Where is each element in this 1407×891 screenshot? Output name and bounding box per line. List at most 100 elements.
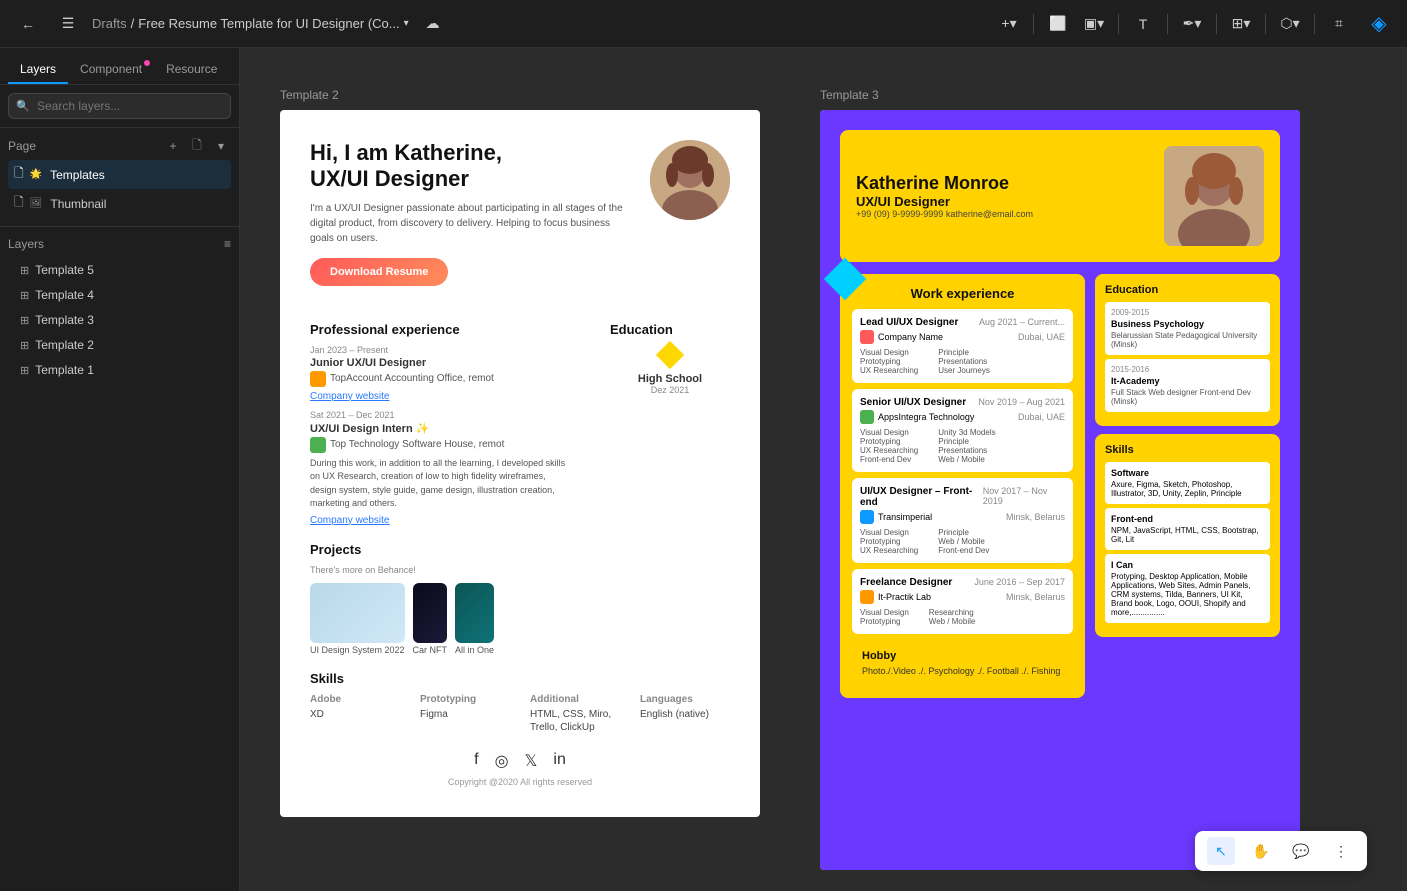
skill-software-items: Axure, Figma, Sketch, Photoshop, Illustr… — [1111, 480, 1264, 498]
add-page-button[interactable]: + — [163, 136, 183, 156]
search-wrap: 🔍 — [8, 93, 231, 119]
work-skill-col-4b: Researching Web / Mobile — [929, 608, 976, 626]
template3-frame[interactable]: Katherine Monroe UX/UI Designer +99 (09)… — [820, 110, 1300, 870]
edu-school-2: Full Stack Web designer Front-end Dev (M… — [1111, 388, 1264, 406]
skills-section: Skills Adobe XD Prototyping Figma — [310, 671, 730, 735]
layer-frame-icon-1: ⊞ — [20, 364, 29, 377]
toolbar-divider-5 — [1265, 14, 1266, 34]
exp-desc-2: During this work, in addition to all the… — [310, 457, 570, 511]
tab-resource[interactable]: Resource — [154, 56, 229, 84]
breadcrumb-drafts[interactable]: Drafts — [92, 16, 127, 31]
work-card-3: UI/UX Designer – Front-end Nov 2017 – No… — [852, 478, 1073, 563]
frame-button[interactable]: ⬜ — [1042, 8, 1074, 40]
cloud-button[interactable]: ☁ — [417, 8, 449, 40]
breadcrumb-filename[interactable]: Free Resume Template for UI Designer (Co… — [138, 16, 399, 31]
breadcrumb-arrow[interactable]: ▾ — [404, 18, 409, 29]
tab-component[interactable]: Component — [68, 56, 154, 84]
text-button[interactable]: T — [1127, 8, 1159, 40]
more-tools-button[interactable]: ⋮ — [1327, 837, 1355, 865]
experience-edu-section: Professional experience Jan 2023 – Prese… — [310, 306, 730, 526]
cursor-tool-button[interactable]: ↖ — [1207, 837, 1235, 865]
page-templates-icon: 🗋 — [14, 164, 24, 185]
layer-item-template1[interactable]: ⊞ Template 1 — [4, 358, 235, 382]
layer-frame-icon-3: ⊞ — [20, 314, 29, 327]
left-panel: Layers Component Resource 🔍 Page + — [0, 48, 240, 891]
exp-period-1: Jan 2023 – Present — [310, 345, 570, 355]
pen-icon: ✒▾ — [1183, 15, 1202, 32]
exp-company-1: TopAccount Accounting Office, remot — [310, 371, 570, 387]
skill-software-title: Software — [1111, 468, 1264, 478]
footer-copyright: Copyright @2020 All rights reserved — [310, 777, 730, 787]
plus-button[interactable]: +▾ — [993, 8, 1025, 40]
layer-label-2: Template 2 — [35, 338, 94, 352]
skill-ican-title: I Can — [1111, 560, 1264, 570]
project-card-2 — [413, 583, 448, 643]
shape-select-button[interactable]: ▣▾ — [1078, 8, 1110, 40]
page-item-templates[interactable]: 🗋 🌟 Templates — [8, 160, 231, 189]
purple-main: Work experience Lead UI/UX Designer Aug … — [840, 274, 1280, 710]
layer-item-template2[interactable]: ⊞ Template 2 — [4, 333, 235, 357]
component-dot — [144, 60, 150, 66]
edu-years-1: 2009-2015 — [1111, 308, 1264, 317]
search-input[interactable] — [8, 93, 231, 119]
projects-subtitle: There's more on Behance! — [310, 565, 730, 575]
work-company-1: Company Name Dubai, UAE — [860, 330, 1065, 344]
footer-social: f ◎ 𝕏 in — [310, 751, 730, 771]
hand-tool-button[interactable]: ✋ — [1247, 837, 1275, 865]
menu-button[interactable]: ☰ — [52, 8, 84, 40]
skills-right-title: Skills — [1105, 444, 1270, 456]
work-role-3: UI/UX Designer – Front-end — [860, 486, 983, 508]
new-page-button[interactable]: 🗋 — [187, 136, 207, 156]
top-toolbar: ← ☰ Drafts / Free Resume Template for UI… — [0, 0, 1407, 48]
project-3: All in One — [455, 583, 494, 655]
tab-layers[interactable]: Layers — [8, 56, 68, 84]
exp-link-1[interactable]: Company website — [310, 391, 570, 402]
prof-exp-title: Professional experience — [310, 322, 570, 337]
layer-item-template4[interactable]: ⊞ Template 4 — [4, 283, 235, 307]
canvas-scroll[interactable]: Template 2 Hi, I am Katherine,UX/UI Desi… — [240, 48, 1407, 891]
figma-button[interactable]: ◈ — [1363, 8, 1395, 40]
crop-icon: ⌗ — [1335, 15, 1343, 32]
layers-label: Layers — [8, 237, 44, 251]
shape-select-icon: ▣▾ — [1084, 15, 1104, 32]
exp-period-2: Sat 2021 – Dec 2021 — [310, 410, 570, 420]
skills-title: Skills — [310, 671, 730, 686]
work-skill-col-1a: Visual Design Prototyping UX Researching — [860, 348, 918, 375]
company-logo-2 — [310, 437, 326, 453]
avatar-placeholder — [650, 140, 730, 220]
work-skills-4: Visual Design Prototyping Researching We… — [860, 608, 1065, 626]
work-period-2: Nov 2019 – Aug 2021 — [978, 397, 1065, 408]
pen-button[interactable]: ✒▾ — [1176, 8, 1208, 40]
back-button[interactable]: ← — [12, 8, 44, 40]
page-item-thumbnail[interactable]: 🗋 🖼 Thumbnail — [8, 189, 231, 218]
work-title: Work experience — [852, 286, 1073, 301]
edu-school-1: Belarussian State Pedagogical University… — [1111, 331, 1264, 349]
layers-options-button[interactable]: ≡ — [224, 237, 231, 251]
expand-pages-button[interactable]: ▾ — [211, 136, 231, 156]
edu-right-card: Education 2009-2015 Business Psychology … — [1095, 274, 1280, 426]
download-button[interactable]: Download Resume — [310, 258, 448, 286]
hobby-text: Photo./.Video ./. Psychology ./. Footbal… — [862, 666, 1063, 676]
work-company-3: Transimperial Minsk, Belarus — [860, 510, 1065, 524]
skill-box-ican: I Can Protyping, Desktop Application, Mo… — [1105, 554, 1270, 623]
template2-frame[interactable]: Hi, I am Katherine,UX/UI Designer I'm a … — [280, 110, 760, 817]
boolean-button[interactable]: ⊞▾ — [1225, 8, 1257, 40]
avatar — [650, 140, 730, 220]
work-skill-col-2b: Unity 3d Models Principle Presentations … — [938, 428, 995, 464]
projects-title: Projects — [310, 542, 730, 557]
work-section: Work experience Lead UI/UX Designer Aug … — [840, 274, 1085, 698]
company-logo-1 — [310, 371, 326, 387]
comment-tool-button[interactable]: 💬 — [1287, 837, 1315, 865]
proto-button[interactable]: ⬡▾ — [1274, 8, 1306, 40]
skill-additional-item-1: HTML, CSS, Miro, — [530, 709, 620, 720]
breadcrumb-sep: / — [131, 16, 135, 31]
project-1: UI Design System 2022 — [310, 583, 405, 655]
purple-right-col: Education 2009-2015 Business Psychology … — [1095, 274, 1280, 710]
text-icon: T — [1139, 16, 1148, 32]
layer-item-template5[interactable]: ⊞ Template 5 — [4, 258, 235, 282]
figma-icon: ◈ — [1371, 11, 1386, 36]
crop-button[interactable]: ⌗ — [1323, 8, 1355, 40]
work-card-1: Lead UI/UX Designer Aug 2021 – Current..… — [852, 309, 1073, 383]
layer-item-template3[interactable]: ⊞ Template 3 — [4, 308, 235, 332]
exp-link-2[interactable]: Company website — [310, 515, 570, 526]
